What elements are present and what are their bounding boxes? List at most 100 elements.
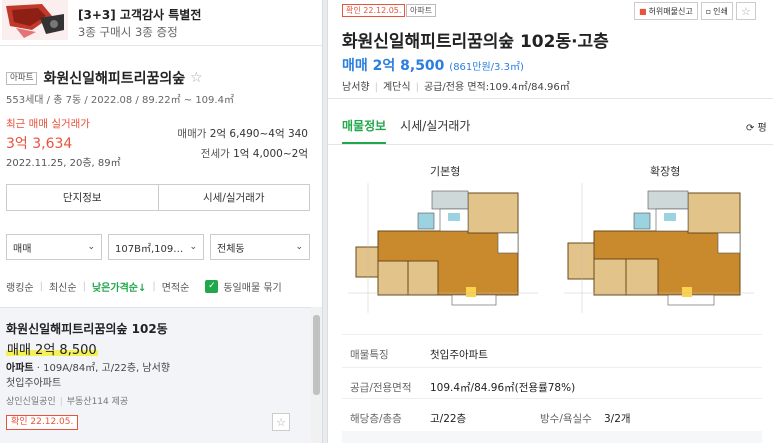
listing-price-text: 매매 2억 8,500 [6,343,98,358]
row-key: 공급/전용면적 [350,381,412,394]
detail-area-value: 109.4㎡/84.96㎡ [489,82,570,93]
trade-type-value: 매매 [13,243,32,255]
apartment-tag: 아파트 [6,71,38,85]
chevron-down-icon: ⌄ [295,242,303,252]
plan-expanded-label: 확장형 [650,165,681,178]
row-key: 매물특징 [350,348,389,361]
listing-title: 화원신일해피트리꿈의숲 102동 [6,322,168,336]
tab-trade-price[interactable]: 시세/실거래가 [400,117,470,144]
detail-panel: 확인 22.12.05. 아파트 ■ 허위매물신고 ▫ 인쇄 ☆ 화원신일해피트… [328,0,773,443]
separator: | [82,280,86,292]
sale-price-range: 매매가 2억 6,490~4억 340 [177,126,308,141]
detail-direction: 남서향 [342,82,370,93]
filter-row: 매매 ⌄ 107B㎡,109… ⌄ 전체동 ⌄ [6,234,310,260]
sort-bar: 랭킹순 | 최신순 | 낮은가격순↓ | 면적순 ✓ 동일매물 묶기 [6,279,316,294]
dong-value: 전체동 [217,243,245,255]
detail-price: 매매 2억 8,500 (861만원/3.3㎡) [342,55,524,75]
agent-name: 상인신일공인 [6,397,56,407]
same-bundle-label[interactable]: 동일매물 묶기 [223,279,281,294]
confirm-badge: 확인 22.12.05. [6,415,79,430]
separator: | [152,280,156,292]
print-label: 인쇄 [713,6,728,16]
recent-trade-date: 2022.11.25, 20층, 89㎡ [6,158,121,169]
plan-basic-label: 기본형 [430,165,461,178]
detail-confirm-badge: 확인 22.12.05. [342,4,406,17]
detail-price-value: 매매 2억 8,500 [342,58,445,74]
promo-banner[interactable]: [3+3] 고객감사 특별전 3종 구매시 3종 증정 [0,0,322,46]
table-row: 매물특징 첫입주아파트 [342,343,762,365]
print-icon: ▫ [705,6,712,16]
detail-stairs: 계단식 [382,82,411,93]
print-button[interactable]: ▫ 인쇄 [700,2,733,20]
detail-favorite-star-icon[interactable]: ☆ [735,2,756,20]
trade-type-select[interactable]: 매매 ⌄ [6,234,102,260]
row-key-2: 방수/욕실수 [540,412,592,425]
sort-latest[interactable]: 최신순 [49,279,77,294]
listing-info: 아파트 · 109A/84㎡, 고/22층, 남서향 [6,363,170,374]
jeonse-price-range: 전세가 1억 4,000~2억 [201,146,308,161]
checkbox-icon[interactable]: ✓ [205,279,219,293]
listing-type: 아파트 [6,363,34,374]
complex-name[interactable]: 화원신일해피트리꿈의숲 [43,68,185,88]
floor-plan-basic-image[interactable] [348,183,538,313]
report-label: 허위매물신고 [648,6,693,16]
table-divider [342,334,762,335]
row-value: 고/22층 [430,412,467,425]
listing-description: 첫입주아파트 [6,378,62,389]
listing-panel: [3+3] 고객감사 특별전 3종 구매시 3종 증정 아파트 화원신일해피트리… [0,0,322,443]
detail-tabs: 매물정보 시세/실거래가 [342,117,484,144]
scrollbar[interactable] [311,307,322,443]
chevron-down-icon: ⌄ [87,242,95,252]
banner-title[interactable]: [3+3] 고객감사 특별전 [78,6,201,23]
recent-trade-price: 3억 3,634 [6,136,73,152]
sort-area[interactable]: 면적순 [162,279,190,294]
favorite-star-icon[interactable]: ☆ [190,70,203,86]
detail-price-per: (861만원/3.3㎡) [449,62,524,73]
listing-card[interactable]: 화원신일해피트리꿈의숲 102동 매매 2억 8,500 아파트 · 109A/… [0,307,311,443]
tab-underline [328,144,773,145]
area-value: 107B㎡,109… [115,243,184,255]
sale-range-value: 2억 6,490~4억 340 [209,128,308,140]
detail-title: 화원신일해피트리꿈의숲 102동·고층 [342,32,609,52]
row-key: 해당층/총층 [350,412,402,425]
listing-agent: 상인신일공인 | 부동산114 제공 [6,394,128,407]
detail-meta: 남서향 | 계단식 | 공급/전용 면적:109.4㎡/84.96㎡ [342,82,570,93]
detail-actions: ■ 허위매물신고 ▫ 인쇄 ☆ [634,2,756,20]
detail-apartment-tag: 아파트 [406,4,437,17]
siren-icon: ■ [639,6,647,16]
table-divider [342,398,762,399]
floor-plan-expanded-image[interactable] [564,183,754,313]
trade-price-button[interactable]: 시세/실거래가 [157,185,310,210]
separator: | [39,280,43,292]
table-row: 공급/전용면적 109.4㎡/84.96㎡(전용률78%) [342,376,762,398]
row-value-2: 3/2개 [604,412,631,425]
area-select[interactable]: 107B㎡,109… ⌄ [108,234,204,260]
complex-info-button[interactable]: 단지정보 [7,185,158,210]
sort-ranking[interactable]: 랭킹순 [6,279,34,294]
detail-area-label: 공급/전용 면적 [423,82,486,93]
banner-subtitle: 3종 구매시 3종 증정 [78,25,178,39]
complex-button-row: 단지정보 시세/실거래가 [6,184,310,211]
table-divider [342,367,762,368]
separator: | [374,82,378,93]
listing-favorite-star-icon[interactable]: ☆ [272,413,290,431]
row-value: 109.4㎡/84.96㎡(전용률78%) [430,381,576,394]
separator: | [415,82,419,93]
table-footer [342,431,762,443]
row-value: 첫입주아파트 [430,348,488,361]
tab-listing-info[interactable]: 매물정보 [342,117,387,144]
table-row: 해당층/총층 고/22층 방수/욕실수 3/2개 [342,407,762,429]
listing-info-text: 109A/84㎡, 고/22층, 남서향 [43,363,170,374]
pyeong-toggle[interactable]: ⟳ 평 [746,119,767,134]
sale-range-label: 매매가 [177,128,207,140]
complex-meta: 553세대 / 총 7동 / 2022.08 / 89.22㎡ ~ 109.4㎡ [6,95,234,106]
listing-price: 매매 2억 8,500 [6,339,98,358]
complex-header: 아파트 화원신일해피트리꿈의숲 ☆ [6,68,203,88]
separator: | [59,397,63,407]
recent-trade-label: 최근 매매 실거래가 [6,118,90,130]
sort-low-price[interactable]: 낮은가격순↓ [92,279,146,294]
report-button[interactable]: ■ 허위매물신고 [634,2,698,20]
scrollbar-thumb[interactable] [313,315,320,395]
dong-select[interactable]: 전체동 ⌄ [210,234,310,260]
divider-line [328,98,773,99]
